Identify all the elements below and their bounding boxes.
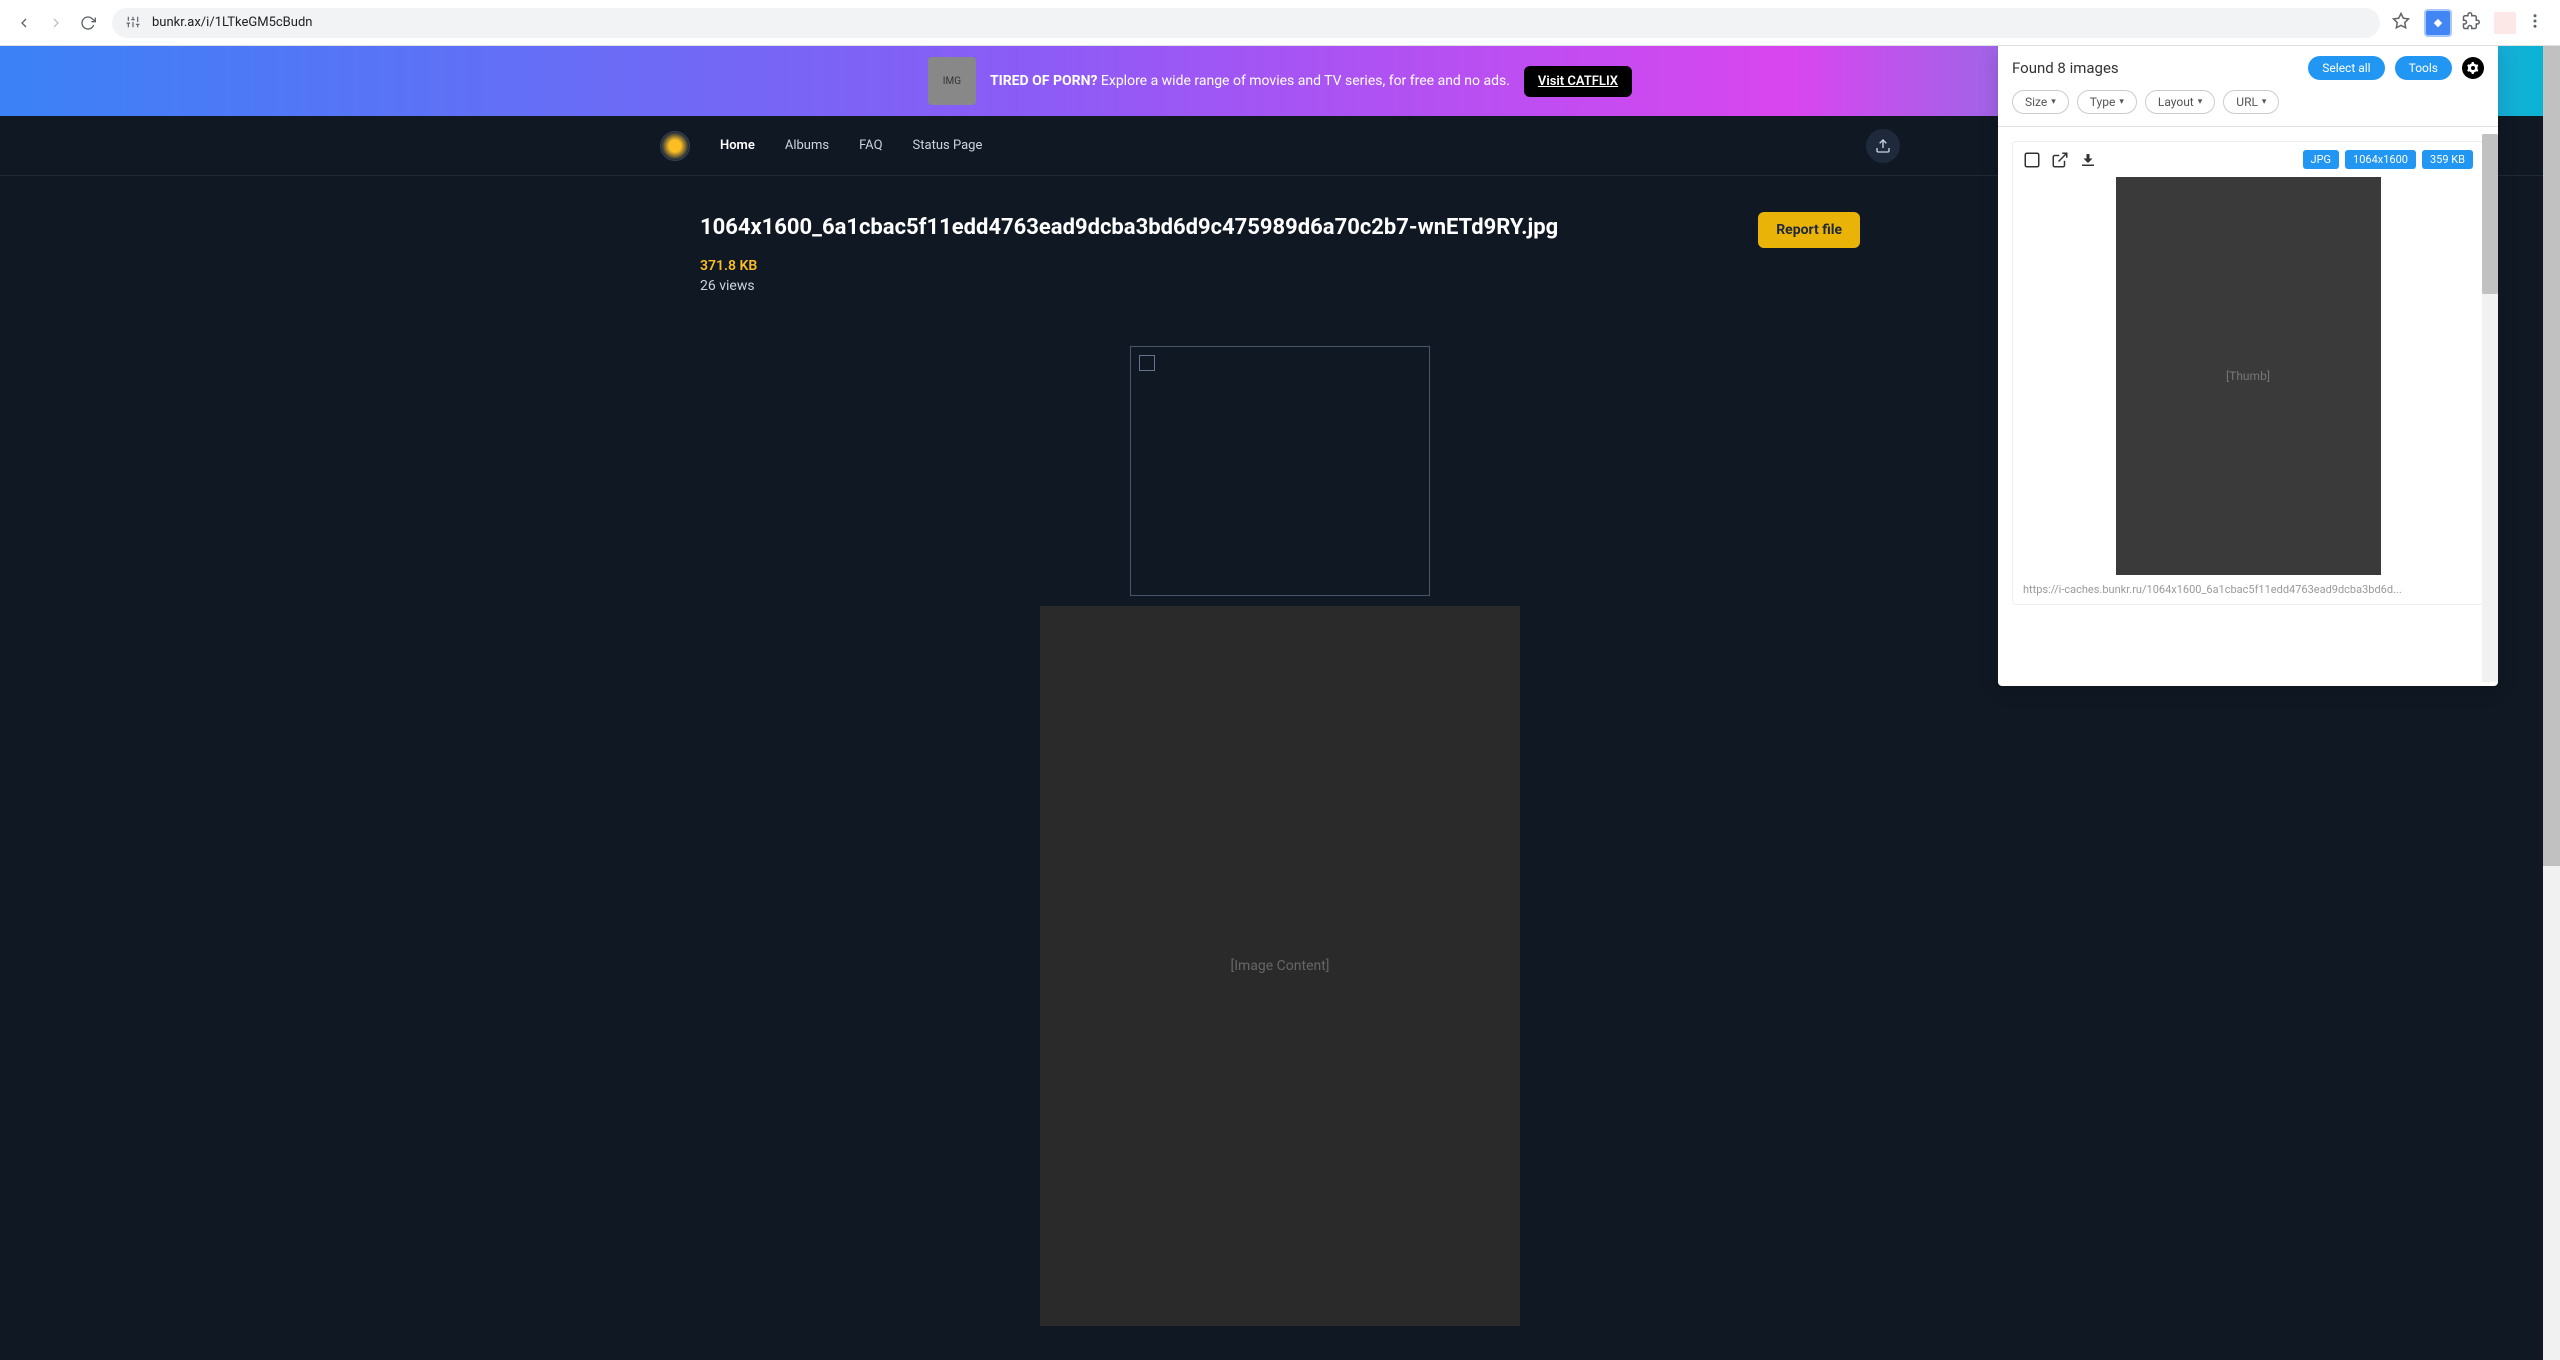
- viewport: IMG TIRED OF PORN? Explore a wide range …: [0, 46, 2560, 1360]
- reload-button[interactable]: [76, 11, 100, 35]
- chevron-down-icon: ▾: [2119, 97, 2124, 107]
- promo-text-bold: TIRED OF PORN?: [990, 73, 1098, 89]
- filter-url[interactable]: URL▾: [2223, 90, 2279, 114]
- promo-cta-button[interactable]: Visit CATFLIX: [1524, 66, 1632, 97]
- file-meta: 371.8 KB 26 views: [700, 258, 1558, 294]
- nav-left-group: Home Albums FAQ Status Page: [660, 131, 982, 161]
- nav-button-group: [12, 11, 100, 35]
- download-icon[interactable]: [2079, 151, 2097, 169]
- filter-layout[interactable]: Layout▾: [2145, 90, 2215, 114]
- tools-button[interactable]: Tools: [2395, 56, 2452, 80]
- profile-avatar[interactable]: [2494, 12, 2516, 34]
- extension-icon-active[interactable]: ◆: [2424, 9, 2452, 37]
- settings-icon[interactable]: [2462, 57, 2484, 79]
- select-all-button[interactable]: Select all: [2308, 56, 2384, 80]
- site-logo[interactable]: [660, 131, 690, 161]
- promo-text-body: Explore a wide range of movies and TV se…: [1097, 73, 1509, 89]
- file-size: 371.8 KB: [700, 258, 1558, 274]
- card-thumbnail[interactable]: [Thumb]: [2116, 177, 2381, 575]
- badge-type: JPG: [2303, 150, 2340, 169]
- file-title: 1064x1600_6a1cbac5f11edd4763ead9dcba3bd6…: [700, 212, 1558, 244]
- card-action-icons: [2023, 151, 2097, 169]
- nav-home[interactable]: Home: [720, 138, 755, 153]
- page-scroll-thumb[interactable]: [2543, 46, 2560, 866]
- chevron-down-icon: ▾: [2051, 97, 2056, 107]
- url-text: bunkr.ax/i/1LTkeGM5cBudn: [152, 15, 312, 30]
- report-button[interactable]: Report file: [1758, 212, 1860, 248]
- promo-thumbnail: IMG: [928, 57, 976, 105]
- nav-faq[interactable]: FAQ: [859, 138, 882, 153]
- badge-filesize: 359 KB: [2422, 150, 2473, 169]
- chevron-down-icon: ▾: [2198, 97, 2203, 107]
- open-icon[interactable]: [2051, 151, 2069, 169]
- extensions-icon[interactable]: [2462, 12, 2484, 34]
- extension-popup: Found 8 images Select all Tools Size▾ Ty…: [1998, 46, 2498, 686]
- nav-albums[interactable]: Albums: [785, 138, 829, 153]
- page-scrollbar[interactable]: [2543, 46, 2560, 1360]
- filter-type[interactable]: Type▾: [2077, 90, 2137, 114]
- image-result-card: JPG 1064x1600 359 KB [Thumb] https://i-c…: [2012, 141, 2484, 605]
- main-image[interactable]: [Image Content]: [1040, 606, 1520, 1326]
- card-url-text: https://i-caches.bunkr.ru/1064x1600_6a1c…: [2013, 575, 2483, 596]
- ext-header-actions: Select all Tools: [2308, 56, 2484, 80]
- bookmark-icon[interactable]: [2392, 12, 2414, 34]
- card-badges: JPG 1064x1600 359 KB: [2303, 150, 2473, 169]
- address-bar[interactable]: bunkr.ax/i/1LTkeGM5cBudn: [112, 8, 2380, 38]
- filter-size[interactable]: Size▾: [2012, 90, 2069, 114]
- checkbox-icon[interactable]: [2023, 151, 2041, 169]
- ext-scroll-thumb[interactable]: [2482, 134, 2498, 294]
- nav-status[interactable]: Status Page: [913, 138, 983, 153]
- file-views: 26 views: [700, 278, 1558, 294]
- back-button[interactable]: [12, 11, 36, 35]
- browser-actions: ◆: [2392, 9, 2548, 37]
- browser-toolbar: bunkr.ax/i/1LTkeGM5cBudn ◆: [0, 0, 2560, 46]
- card-toolbar: JPG 1064x1600 359 KB: [2013, 142, 2483, 177]
- ad-placeholder[interactable]: [1130, 346, 1430, 596]
- promo-text: TIRED OF PORN? Explore a wide range of m…: [990, 73, 1510, 89]
- file-info: 1064x1600_6a1cbac5f11edd4763ead9dcba3bd6…: [700, 212, 1558, 294]
- ext-header: Found 8 images Select all Tools: [1998, 46, 2498, 90]
- file-header: 1064x1600_6a1cbac5f11edd4763ead9dcba3bd6…: [700, 212, 1860, 294]
- upload-button[interactable]: [1866, 129, 1900, 163]
- ext-filter-row: Size▾ Type▾ Layout▾ URL▾: [1998, 90, 2498, 127]
- ext-found-count: Found 8 images: [2012, 59, 2119, 77]
- ext-scrollbar[interactable]: [2482, 134, 2498, 682]
- site-info-icon[interactable]: [126, 15, 142, 31]
- ext-results[interactable]: JPG 1064x1600 359 KB [Thumb] https://i-c…: [1998, 127, 2498, 686]
- badge-dimensions: 1064x1600: [2345, 150, 2416, 169]
- menu-icon[interactable]: [2526, 12, 2548, 34]
- chevron-down-icon: ▾: [2262, 97, 2267, 107]
- forward-button[interactable]: [44, 11, 68, 35]
